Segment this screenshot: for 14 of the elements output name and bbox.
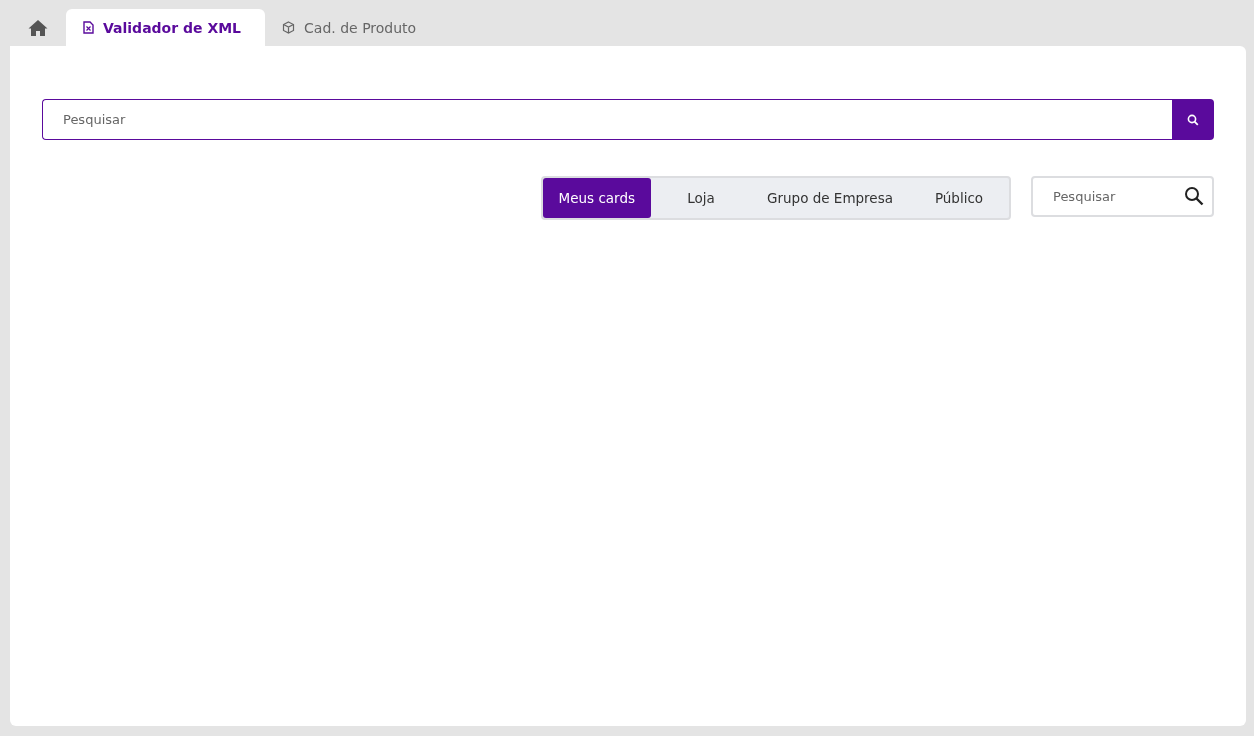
search-button[interactable] — [1172, 99, 1214, 140]
filter-option[interactable]: Grupo de Empresa — [751, 178, 909, 218]
file-icon — [83, 21, 94, 34]
search-field[interactable]: Pesquisar — [42, 99, 1172, 140]
search-icon — [1184, 186, 1204, 206]
cube-icon — [282, 21, 296, 34]
search-icon — [1187, 113, 1199, 126]
tab[interactable]: Cad. de Produto — [265, 9, 441, 46]
card-search-field[interactable]: Pesquisar — [1031, 176, 1214, 217]
home-icon — [28, 18, 48, 37]
filter-option[interactable]: Meus cards — [542, 178, 651, 218]
filter-option[interactable]: Loja — [651, 178, 751, 218]
filter-option[interactable]: Público — [909, 178, 1009, 218]
tab[interactable]: Validador de XML — [66, 9, 266, 46]
